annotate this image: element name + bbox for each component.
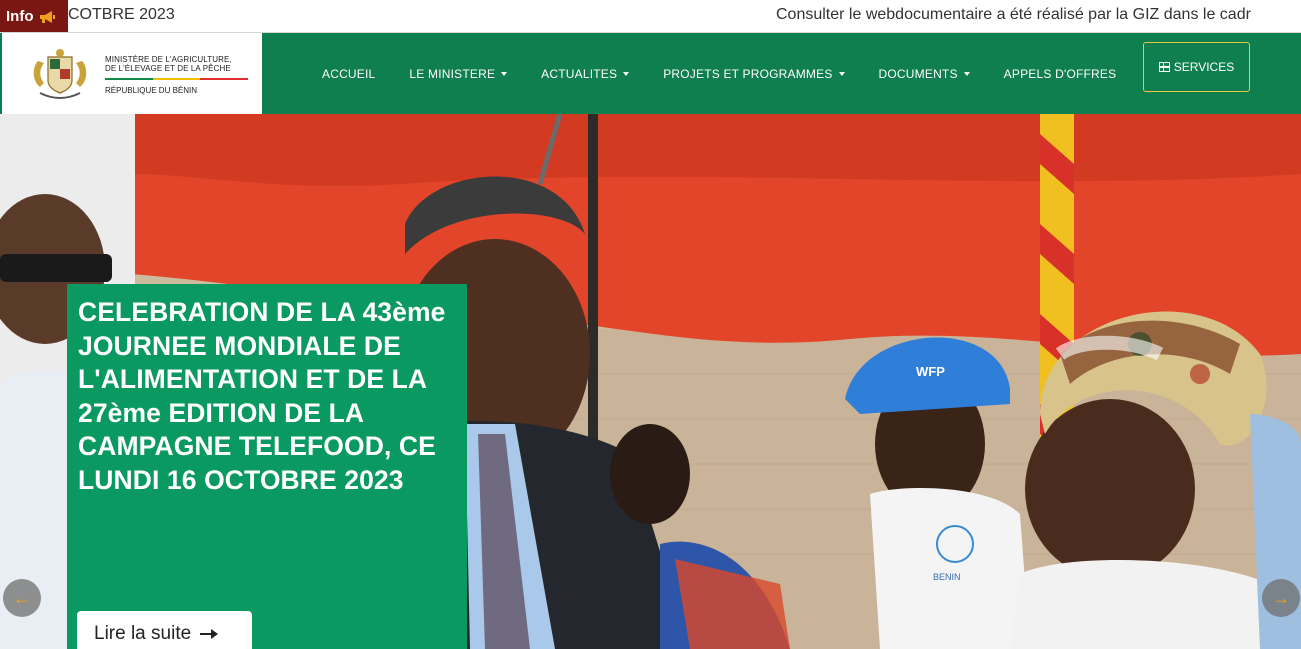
- nav-item-accueil[interactable]: ACCUEIL: [305, 67, 392, 81]
- arrow-right-icon: [200, 628, 219, 640]
- coat-of-arms-icon: [33, 49, 87, 99]
- caret-down-icon: [963, 71, 970, 76]
- ticker-text-right[interactable]: Consulter le webdocumentaire a été réali…: [776, 6, 1251, 24]
- arrow-right-icon: →: [1272, 588, 1290, 608]
- slider-next-button[interactable]: →: [1262, 579, 1300, 617]
- grid-icon: [1158, 62, 1170, 72]
- nav-label: DOCUMENTS: [878, 66, 958, 81]
- site-header: MINISTÈRE DE L'AGRICULTURE, DE L'ÉLEVAGE…: [0, 33, 1301, 114]
- ticker-text-left[interactable]: COTBRE 2023: [68, 6, 175, 24]
- nav-item-documents[interactable]: DOCUMENTS: [862, 67, 987, 81]
- services-label: SERVICES: [1173, 60, 1235, 74]
- flag-stripe: [105, 78, 249, 80]
- read-more-button[interactable]: Lire la suite: [77, 611, 252, 649]
- nav-item-appels-d-offres[interactable]: APPELS D'OFFRES: [987, 67, 1134, 81]
- info-badge: Info: [0, 0, 68, 32]
- main-nav: ACCUEIL LE MINISTERE ACTUALITES PROJETS …: [305, 33, 1133, 114]
- slider-prev-button[interactable]: ←: [3, 579, 41, 617]
- wfp-cap-label: WFP: [916, 364, 945, 379]
- ministry-name: MINISTÈRE DE L'AGRICULTURE, DE L'ÉLEVAGE…: [105, 55, 232, 73]
- arrow-left-icon: ←: [13, 588, 31, 608]
- benin-shirt-label: BENIN: [933, 572, 961, 582]
- info-badge-label: Info: [6, 8, 34, 25]
- nav-label: PROJETS ET PROGRAMMES: [663, 66, 833, 81]
- nav-label: APPELS D'OFFRES: [1003, 66, 1117, 81]
- nav-label: LE MINISTERE: [409, 66, 496, 81]
- caret-down-icon: [838, 71, 845, 76]
- news-ticker: Info COTBRE 2023 Consulter le webdocumen…: [0, 0, 1301, 33]
- ministry-logo[interactable]: MINISTÈRE DE L'AGRICULTURE, DE L'ÉLEVAGE…: [2, 33, 262, 114]
- ministry-line-2: DE L'ÉLEVAGE ET DE LA PÊCHE: [105, 64, 231, 73]
- caret-down-icon: [623, 71, 630, 76]
- nav-item-projets-et-programmes[interactable]: PROJETS ET PROGRAMMES: [646, 67, 861, 81]
- megaphone-icon: [39, 10, 55, 23]
- republic-name: RÉPUBLIQUE DU BÉNIN: [105, 86, 198, 95]
- services-button[interactable]: SERVICES: [1143, 42, 1250, 92]
- nav-label: ACCUEIL: [322, 66, 376, 81]
- slide-caption: CELEBRATION DE LA 43ème JOURNEE MONDIALE…: [67, 284, 467, 649]
- read-more-label: Lire la suite: [94, 622, 192, 644]
- ministry-line-1: MINISTÈRE DE L'AGRICULTURE,: [105, 55, 232, 64]
- slide-title[interactable]: CELEBRATION DE LA 43ème JOURNEE MONDIALE…: [78, 296, 457, 497]
- nav-label: ACTUALITES: [541, 66, 618, 81]
- nav-item-le-ministere[interactable]: LE MINISTERE: [392, 67, 524, 81]
- caret-down-icon: [501, 71, 508, 76]
- nav-item-actualites[interactable]: ACTUALITES: [524, 67, 646, 81]
